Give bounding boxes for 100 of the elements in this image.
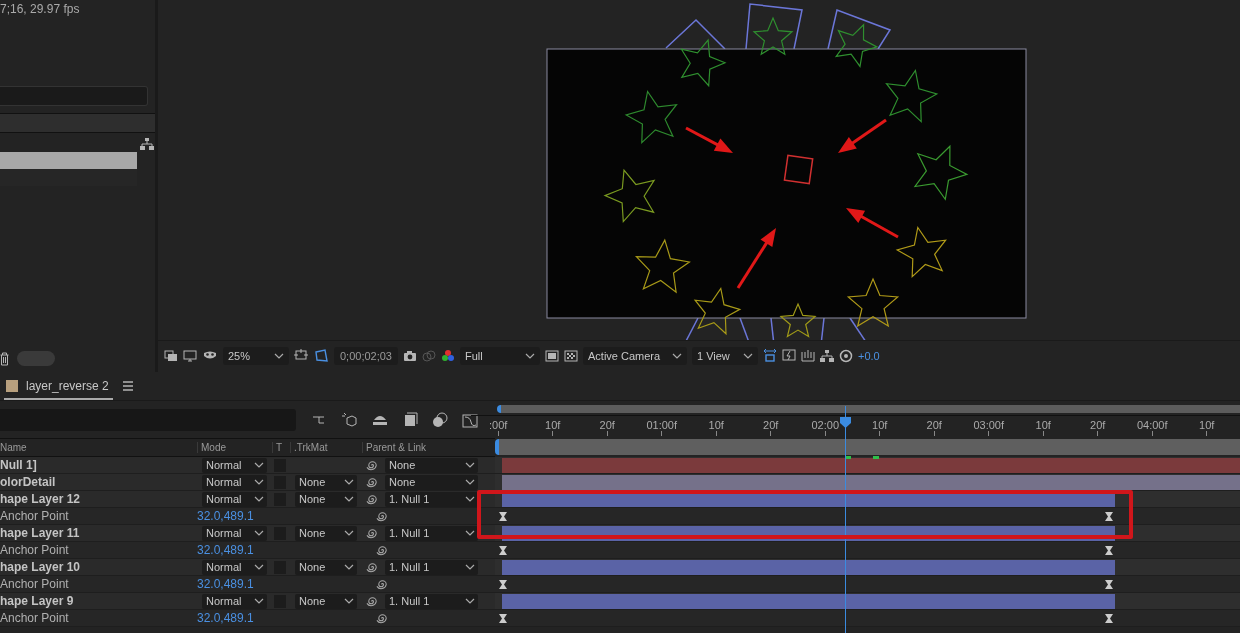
track-matte-dropdown[interactable]: None xyxy=(295,525,357,541)
pick-whip-icon[interactable] xyxy=(366,526,379,540)
caret-icon xyxy=(465,462,475,468)
mode-dropdown[interactable]: Normal xyxy=(202,474,267,490)
search-field[interactable] xyxy=(0,86,148,106)
preserve-transparency-checkbox[interactable] xyxy=(274,458,286,472)
mode-dropdown[interactable]: Normal xyxy=(202,525,267,541)
track-matte-dropdown[interactable]: None xyxy=(295,474,357,490)
pick-whip-icon[interactable] xyxy=(366,458,379,472)
keyframe-icon[interactable] xyxy=(499,545,507,555)
caret-icon xyxy=(344,530,354,536)
layout-dropdown[interactable]: 1 View xyxy=(692,347,758,365)
pick-whip-icon[interactable] xyxy=(366,594,379,608)
property-name: Anchor Point xyxy=(0,543,70,557)
camera-icon[interactable] xyxy=(403,349,417,363)
pick-whip-icon[interactable] xyxy=(366,560,379,574)
timeline-icon[interactable] xyxy=(801,349,815,363)
marker-icon xyxy=(873,456,879,459)
composition-info: 7;16, 29.97 fps xyxy=(0,1,81,18)
resolution-dropdown[interactable]: Full xyxy=(460,347,540,365)
pick-whip-icon[interactable] xyxy=(376,543,389,557)
draft-3d-icon[interactable] xyxy=(342,411,358,428)
layer-name[interactable]: hape Layer 12 xyxy=(0,492,197,506)
aperture-icon[interactable] xyxy=(839,349,853,363)
region-icon[interactable] xyxy=(294,349,308,363)
time-ruler[interactable]: :00f 10f 20f 01:00f 10f 20f 02:00 10f 20f 03:00f 10f 20f 04:00f 10f xyxy=(471,415,1240,438)
caret-icon xyxy=(465,496,475,502)
layer-name[interactable]: olorDetail xyxy=(0,475,197,489)
layer-name[interactable]: hape Layer 9 xyxy=(0,594,197,608)
toggle-view-icon[interactable] xyxy=(763,349,777,363)
keyframe-icon[interactable] xyxy=(1105,613,1113,623)
column-header[interactable]: Mode xyxy=(197,442,272,453)
trash-icon[interactable] xyxy=(0,351,9,366)
column-header[interactable]: Name xyxy=(0,442,197,453)
checkerboard-icon[interactable] xyxy=(564,349,578,363)
keyframe-icon[interactable] xyxy=(1105,545,1113,555)
time-label: 20f xyxy=(763,418,779,431)
keyframe-icon[interactable] xyxy=(1105,511,1113,521)
property-value[interactable]: 32.0,489.1 xyxy=(197,611,362,625)
caret-icon xyxy=(672,353,682,359)
property-value[interactable]: 32.0,489.1 xyxy=(197,577,362,591)
parent-dropdown[interactable]: 1. Null 1 xyxy=(385,559,478,575)
keyframe-icon[interactable] xyxy=(499,579,507,589)
track-matte-dropdown[interactable]: None xyxy=(295,491,357,507)
parent-dropdown[interactable]: None xyxy=(385,457,478,473)
property-value[interactable]: 32.0,489.1 xyxy=(197,543,362,557)
column-header[interactable]: T xyxy=(272,442,290,453)
keyframe-icon[interactable] xyxy=(1105,579,1113,589)
zoom-dropdown[interactable]: 25% xyxy=(223,347,289,365)
mode-dropdown[interactable]: Normal xyxy=(202,593,267,609)
flowchart-icon[interactable] xyxy=(140,137,154,151)
keyframe-icon[interactable] xyxy=(499,511,507,521)
track-matte-dropdown[interactable]: None xyxy=(295,559,357,575)
pick-whip-icon[interactable] xyxy=(366,492,379,506)
color-channels-icon[interactable] xyxy=(441,349,455,363)
menu-icon[interactable] xyxy=(120,379,135,393)
arrow xyxy=(838,118,887,153)
pick-whip-icon[interactable] xyxy=(376,509,389,523)
caret-icon xyxy=(254,496,264,502)
flowchart-icon[interactable] xyxy=(820,349,834,363)
property-name: Anchor Point xyxy=(0,611,70,625)
time-label: 10f xyxy=(545,418,561,431)
mode-dropdown[interactable]: Normal xyxy=(202,491,267,507)
timecode-field[interactable]: 0;00;02;03 xyxy=(334,347,398,365)
caret-icon xyxy=(465,530,475,536)
layer-name[interactable]: Null 1] xyxy=(0,458,197,472)
column-header[interactable]: .TrkMat xyxy=(290,442,362,453)
track-matte-dropdown[interactable]: None xyxy=(295,593,357,609)
exposure-value[interactable]: +0.0 xyxy=(858,350,880,362)
frame-icon[interactable] xyxy=(545,349,559,363)
layer-duration-bar[interactable] xyxy=(502,474,1240,490)
caret-icon xyxy=(254,479,264,485)
monitor-icon[interactable] xyxy=(183,349,197,363)
mode-dropdown[interactable]: Normal xyxy=(202,457,267,473)
fast-preview-icon[interactable] xyxy=(782,349,796,363)
frame-blending-icon[interactable] xyxy=(402,411,418,428)
layers-icon[interactable] xyxy=(164,349,178,363)
view-dropdown[interactable]: Active Camera xyxy=(583,347,687,365)
parent-dropdown[interactable]: 1. Null 1 xyxy=(385,593,478,609)
pick-whip-icon[interactable] xyxy=(376,611,389,625)
playhead[interactable] xyxy=(840,406,851,633)
motion-blur-icon[interactable] xyxy=(432,411,448,428)
composition-color-swatch xyxy=(6,380,18,392)
graph-editor-icon[interactable] xyxy=(462,411,478,428)
parent-dropdown[interactable]: 1. Null 1 xyxy=(385,525,478,541)
parent-dropdown[interactable]: None xyxy=(385,474,478,490)
mode-dropdown[interactable]: Normal xyxy=(202,559,267,575)
time-label: 10f xyxy=(1199,418,1215,431)
arrow xyxy=(736,228,776,289)
arrow xyxy=(685,126,733,153)
caret-icon xyxy=(254,598,264,604)
parent-dropdown[interactable]: 1. Null 1 xyxy=(385,491,478,507)
caret-icon xyxy=(274,353,284,359)
layer-name[interactable]: hape Layer 11 xyxy=(0,526,197,540)
layer-name[interactable]: hape Layer 10 xyxy=(0,560,197,574)
property-value[interactable]: 32.0,489.1 xyxy=(197,509,362,523)
composition-tab[interactable]: layer_reverse 2 xyxy=(4,372,113,400)
pick-whip-icon[interactable] xyxy=(366,475,379,489)
keyframe-icon[interactable] xyxy=(499,613,507,623)
pick-whip-icon[interactable] xyxy=(376,577,389,591)
